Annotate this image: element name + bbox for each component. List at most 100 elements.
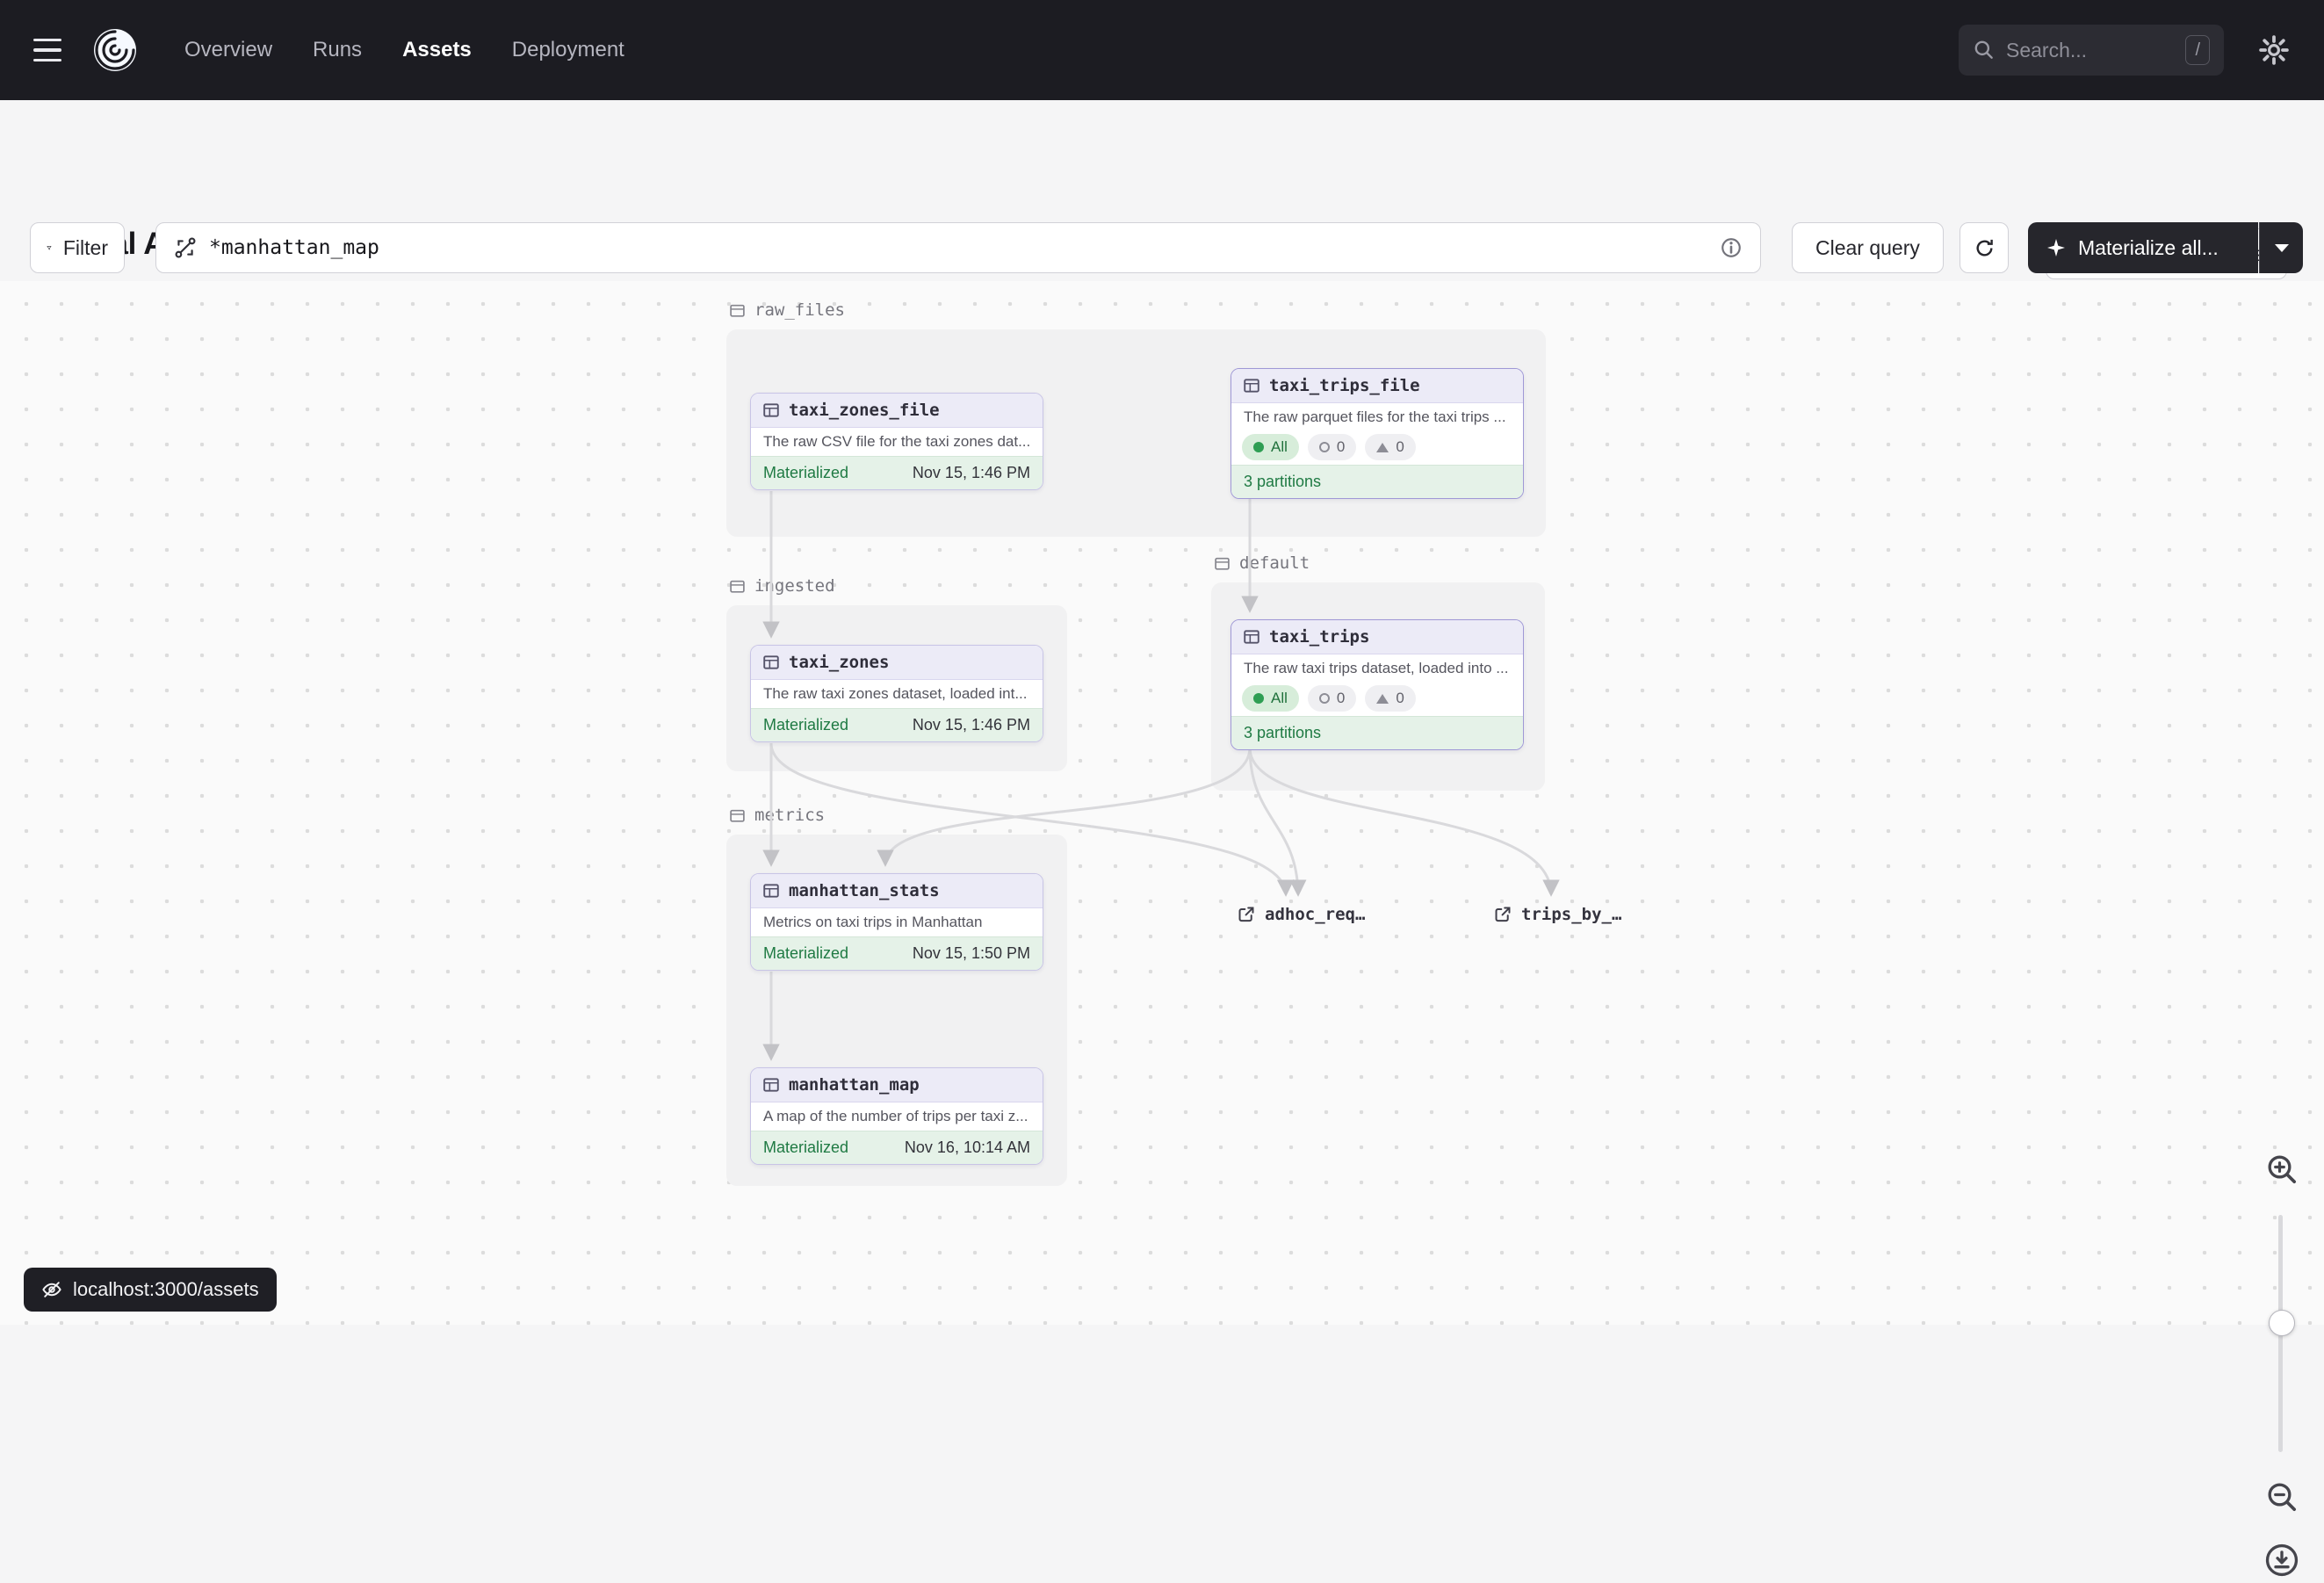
primary-nav: Overview Runs Assets Deployment — [184, 38, 624, 62]
materialized-timestamp: Nov 15, 1:50 PM — [913, 944, 1030, 963]
group-label-raw-files: raw_files — [729, 300, 845, 320]
asset-partition-footer: 3 partitions — [1231, 465, 1523, 498]
asset-node-manhattan-stats[interactable]: manhattan_stats Metrics on taxi trips in… — [750, 873, 1043, 971]
refresh-icon — [1974, 237, 1996, 259]
nav-deployment[interactable]: Deployment — [512, 38, 624, 62]
filter-label: Filter — [63, 236, 108, 260]
materialize-all-button[interactable]: Materialize all... — [2028, 222, 2258, 273]
partitions-failed-badge: 0 — [1308, 685, 1356, 712]
external-link-icon — [1493, 905, 1512, 924]
dagster-logo[interactable] — [91, 26, 139, 74]
external-asset-label: adhoc_req… — [1265, 905, 1365, 924]
asset-node-taxi-trips-file[interactable]: taxi_trips_file The raw parquet files fo… — [1231, 368, 1524, 499]
nav-runs[interactable]: Runs — [313, 38, 362, 62]
info-icon[interactable] — [1720, 236, 1743, 259]
asset-description: The raw parquet files for the taxi trips… — [1231, 403, 1523, 431]
group-icon — [729, 807, 746, 824]
asset-node-header: manhattan_stats — [751, 874, 1043, 908]
materialized-timestamp: Nov 15, 1:46 PM — [913, 716, 1030, 734]
table-icon — [762, 1076, 780, 1094]
zoom-in-button[interactable] — [2259, 1146, 2305, 1192]
asset-description: The raw taxi trips dataset, loaded into … — [1231, 654, 1523, 683]
chevron-down-icon — [2275, 244, 2289, 252]
success-dot-icon — [1253, 442, 1264, 452]
partition-count: 3 partitions — [1244, 473, 1321, 491]
global-search[interactable]: / — [1959, 25, 2224, 76]
status-url-text: localhost:3000/assets — [73, 1278, 259, 1301]
group-label-ingested: ingested — [729, 576, 835, 596]
asset-name: taxi_zones_file — [789, 401, 940, 420]
asset-node-header: manhattan_map — [751, 1068, 1043, 1102]
zoom-out-button[interactable] — [2259, 1474, 2305, 1520]
group-icon — [729, 578, 746, 595]
filter-funnel-icon — [47, 238, 52, 258]
filter-button[interactable]: Filter — [30, 222, 125, 273]
search-input[interactable] — [2006, 39, 2175, 62]
missing-triangle-icon — [1376, 694, 1389, 704]
table-icon — [762, 882, 780, 900]
asset-node-taxi-zones[interactable]: taxi_zones The raw taxi zones dataset, l… — [750, 645, 1043, 742]
asset-node-taxi-zones-file[interactable]: taxi_zones_file The raw CSV file for the… — [750, 393, 1043, 490]
external-link-icon — [1237, 905, 1256, 924]
refresh-graph-button[interactable] — [1960, 222, 2009, 273]
asset-node-header: taxi_zones — [751, 646, 1043, 680]
top-navbar: Overview Runs Assets Deployment / — [0, 0, 2324, 100]
menu-icon[interactable] — [33, 39, 61, 62]
search-shortcut-hint: / — [2185, 35, 2210, 65]
partition-health-badges: All 0 0 — [1231, 683, 1523, 716]
materialize-dropdown-caret[interactable] — [2259, 222, 2303, 273]
partitions-success-badge: All — [1242, 685, 1299, 712]
nav-overview[interactable]: Overview — [184, 38, 272, 62]
table-icon — [1243, 377, 1260, 394]
clear-query-label: Clear query — [1815, 236, 1920, 260]
group-icon — [1214, 555, 1231, 572]
zoom-slider-handle[interactable] — [2269, 1310, 2295, 1336]
materialized-status: Materialized — [763, 1138, 848, 1157]
asset-name: manhattan_map — [789, 1075, 920, 1095]
asset-node-manhattan-map[interactable]: manhattan_map A map of the number of tri… — [750, 1067, 1043, 1165]
materialized-status: Materialized — [763, 464, 848, 482]
external-asset-label: trips_by_… — [1521, 905, 1621, 924]
partition-health-badges: All 0 0 — [1231, 431, 1523, 465]
visibility-off-icon — [41, 1279, 62, 1300]
partitions-missing-badge: 0 — [1365, 685, 1415, 712]
asset-status-footer: Materialized Nov 16, 10:14 AM — [751, 1131, 1043, 1164]
nav-assets[interactable]: Assets — [402, 38, 472, 62]
missing-triangle-icon — [1376, 443, 1389, 452]
external-asset-adhoc-request[interactable]: adhoc_req… — [1237, 905, 1365, 924]
asset-node-taxi-trips[interactable]: taxi_trips The raw taxi trips dataset, l… — [1231, 619, 1524, 750]
group-label-default: default — [1214, 553, 1310, 573]
materialized-status: Materialized — [763, 944, 848, 963]
clear-query-button[interactable]: Clear query — [1792, 222, 1944, 273]
partitions-missing-badge: 0 — [1365, 434, 1415, 460]
materialized-timestamp: Nov 15, 1:46 PM — [913, 464, 1030, 482]
partitions-success-badge: All — [1242, 434, 1299, 460]
download-button[interactable] — [2259, 1537, 2305, 1583]
download-icon — [2263, 1542, 2300, 1579]
sparkle-icon — [2046, 237, 2067, 258]
asset-selection-input[interactable] — [155, 222, 1761, 273]
zoom-out-icon — [2264, 1479, 2299, 1514]
asset-status-footer: Materialized Nov 15, 1:46 PM — [751, 708, 1043, 741]
failed-circle-icon — [1319, 693, 1330, 704]
lineage-canvas[interactable]: raw_files ingested default metrics — [0, 281, 2324, 1325]
asset-partition-footer: 3 partitions — [1231, 716, 1523, 749]
partitions-failed-badge: 0 — [1308, 434, 1356, 460]
success-dot-icon — [1253, 693, 1264, 704]
asset-status-footer: Materialized Nov 15, 1:50 PM — [751, 936, 1043, 970]
asset-node-header: taxi_trips — [1231, 620, 1523, 654]
table-icon — [1243, 628, 1260, 646]
asset-selection-value[interactable] — [209, 236, 1707, 259]
settings-gear-icon[interactable] — [2257, 33, 2291, 67]
failed-circle-icon — [1319, 442, 1330, 452]
group-label-metrics: metrics — [729, 806, 825, 825]
asset-description: The raw CSV file for the taxi zones dat.… — [751, 428, 1043, 456]
zoom-in-icon — [2264, 1152, 2299, 1187]
table-icon — [762, 654, 780, 671]
external-asset-trips-by[interactable]: trips_by_… — [1493, 905, 1621, 924]
group-icon — [729, 302, 746, 319]
asset-node-header: taxi_zones_file — [751, 394, 1043, 428]
materialized-timestamp: Nov 16, 10:14 AM — [905, 1138, 1030, 1157]
selection-syntax-icon — [174, 236, 197, 259]
asset-description: Metrics on taxi trips in Manhattan — [751, 908, 1043, 936]
